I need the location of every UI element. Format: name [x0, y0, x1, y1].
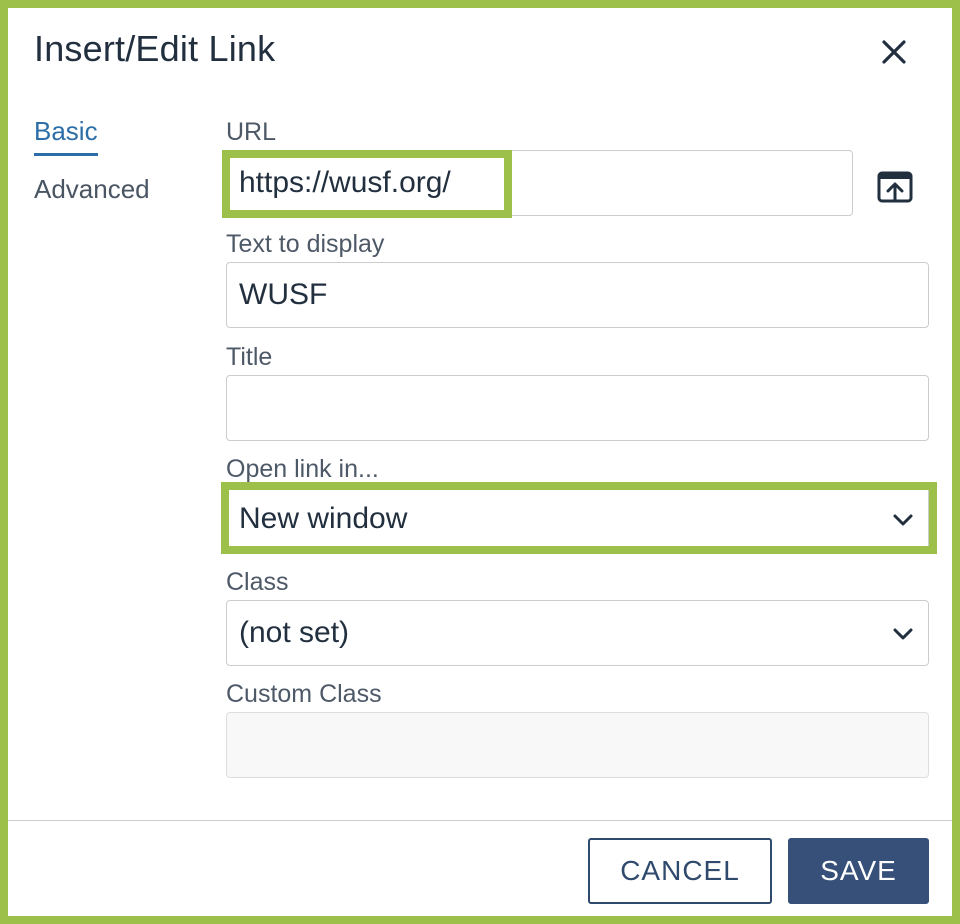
- chevron-down-icon: [893, 628, 913, 640]
- text-to-display-label: Text to display: [226, 230, 385, 258]
- save-button[interactable]: SAVE: [788, 838, 929, 904]
- tab-basic[interactable]: Basic: [34, 116, 98, 156]
- browse-button[interactable]: [874, 166, 916, 208]
- class-label: Class: [226, 568, 289, 596]
- url-value: https://wusf.org/: [239, 166, 451, 199]
- title-input[interactable]: [226, 375, 929, 441]
- close-button[interactable]: [874, 32, 914, 72]
- close-icon: [882, 40, 906, 64]
- url-label: URL: [226, 118, 277, 146]
- insert-edit-link-dialog: Insert/Edit Link Basic Advanced URL http…: [8, 8, 952, 916]
- chevron-down-icon: [893, 514, 913, 526]
- open-link-in-select[interactable]: New window: [226, 486, 929, 552]
- custom-class-label: Custom Class: [226, 680, 382, 708]
- url-input[interactable]: https://wusf.org/: [226, 150, 853, 216]
- upload-icon: [877, 171, 913, 203]
- text-to-display-value: WUSF: [239, 278, 328, 311]
- cancel-button[interactable]: CANCEL: [588, 838, 772, 904]
- class-select[interactable]: (not set): [226, 600, 929, 666]
- dialog-title: Insert/Edit Link: [34, 28, 276, 69]
- open-link-in-label: Open link in...: [226, 455, 379, 483]
- title-label: Title: [226, 343, 273, 371]
- footer-divider: [8, 820, 952, 821]
- class-value: (not set): [239, 616, 350, 649]
- text-to-display-input[interactable]: WUSF: [226, 262, 929, 328]
- custom-class-input[interactable]: [226, 712, 929, 778]
- tab-advanced[interactable]: Advanced: [34, 174, 150, 205]
- open-link-in-value: New window: [239, 502, 408, 535]
